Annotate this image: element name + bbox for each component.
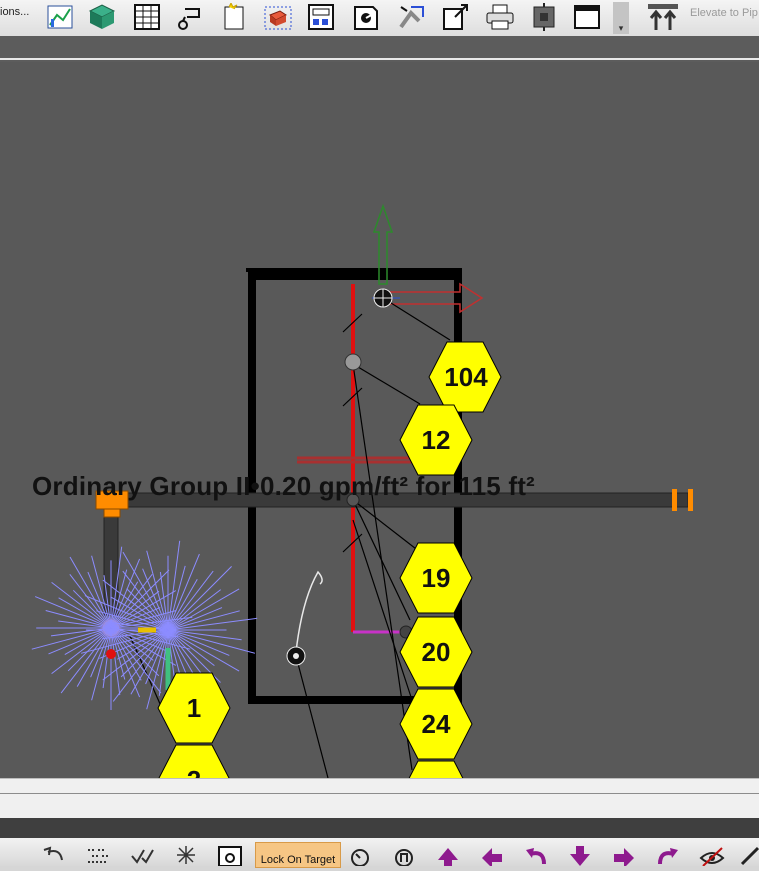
node-tag-label: 19 <box>422 563 451 593</box>
design-area-label[interactable]: Ordinary Group II•0.20 gpm/ft² for 115 f… <box>32 471 535 502</box>
spray-ray <box>167 610 240 631</box>
main-pipe[interactable] <box>103 492 689 616</box>
arrow-down-icon[interactable] <box>566 844 594 866</box>
undo-icon[interactable] <box>40 844 68 866</box>
fitting-icon[interactable] <box>350 2 382 32</box>
scroll-track[interactable] <box>0 793 759 794</box>
toolbar-overflow-button[interactable]: ▾ <box>613 2 629 34</box>
spray-ray <box>91 627 112 701</box>
spray-ray <box>167 629 256 654</box>
page-star-icon[interactable] <box>218 2 250 32</box>
sprinkler-head[interactable] <box>286 646 306 666</box>
top-toolbar: ions... ▾ Elevate to Pip <box>0 0 759 37</box>
spray-ray <box>146 550 169 631</box>
spray-ray <box>167 565 186 631</box>
eye-crossed-icon[interactable] <box>698 844 726 867</box>
table-icon[interactable] <box>131 2 163 32</box>
chart-icon[interactable] <box>44 2 76 32</box>
elevate-to-pipe-button[interactable]: Elevate to Pip <box>640 0 759 36</box>
arrow-up-icon[interactable] <box>434 844 462 866</box>
dots-icon[interactable] <box>84 844 112 866</box>
window-target-icon[interactable] <box>216 844 244 867</box>
node-tag-label: 20 <box>422 637 451 667</box>
book-icon[interactable] <box>86 2 118 32</box>
node-tag-label: 24 <box>422 709 451 739</box>
pipe-fittings[interactable] <box>95 489 693 638</box>
elevate-label: Elevate to Pip <box>690 7 758 19</box>
node-tag-label: 12 <box>422 425 451 455</box>
arrow-undo-icon[interactable] <box>522 844 550 866</box>
node-tag-label: 2 <box>187 765 201 778</box>
flex-drop[interactable] <box>295 570 323 653</box>
node-tag[interactable]: 104 <box>428 341 502 413</box>
status-divider <box>0 818 759 838</box>
piping-drawing[interactable]: 104 12 19 20 24 1 2 <box>0 62 759 778</box>
pipe-node[interactable] <box>344 353 362 371</box>
hanger-icon[interactable] <box>174 2 206 32</box>
window-icon[interactable] <box>571 2 603 32</box>
more-icon[interactable] <box>738 844 759 866</box>
node-icon[interactable] <box>528 2 560 32</box>
elevate-icon <box>648 4 678 30</box>
arrow-left-icon[interactable] <box>478 844 506 868</box>
toolbar-cut-label[interactable]: ions... <box>0 6 29 18</box>
node-tag[interactable]: 2 <box>158 744 230 778</box>
rotate-left-icon[interactable] <box>346 844 374 867</box>
panel-icon[interactable] <box>305 2 337 32</box>
sprinkler-deflector <box>106 649 116 659</box>
spray-ray <box>31 627 112 650</box>
node-tag-label: 1 <box>187 693 201 723</box>
arrow-redo-icon[interactable] <box>654 844 682 866</box>
sprinkler-head[interactable] <box>373 288 393 308</box>
lock-on-target-button[interactable]: Lock On Target <box>255 842 341 868</box>
burst-icon[interactable] <box>172 844 200 866</box>
node-tag-label: 104 <box>444 362 488 392</box>
horizontal-scroll-area[interactable] <box>0 778 759 819</box>
bottom-toolbar: Lock On Target <box>0 838 759 868</box>
print-icon[interactable] <box>484 2 516 32</box>
drawing-canvas[interactable]: 104 12 19 20 24 1 2 Ordinary Group <box>0 62 759 778</box>
arrow-right-icon[interactable] <box>610 844 638 868</box>
box-icon[interactable] <box>262 2 294 32</box>
view-divider <box>0 58 759 60</box>
pipe-export-icon[interactable] <box>396 2 428 32</box>
page-arrow-icon[interactable] <box>440 2 472 32</box>
spray-ray <box>45 610 112 629</box>
check-icon[interactable] <box>128 844 156 866</box>
rotate-right-icon[interactable] <box>390 844 418 867</box>
